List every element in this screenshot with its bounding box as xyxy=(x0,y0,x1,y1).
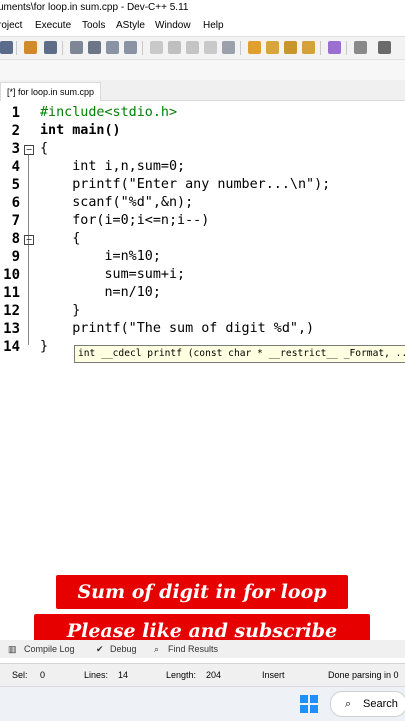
search-icon: ⌕ xyxy=(345,698,352,710)
goto-icon[interactable] xyxy=(124,41,137,54)
rebuild-icon[interactable] xyxy=(204,41,217,54)
check-icon[interactable] xyxy=(328,41,341,54)
windows-start-icon[interactable] xyxy=(300,695,318,713)
fold-minus-icon[interactable]: − xyxy=(24,145,34,155)
fold-line xyxy=(28,155,29,345)
code-line: #include<stdio.h> xyxy=(40,105,178,120)
code-line: } xyxy=(40,339,49,354)
code-line: n=n/10; xyxy=(40,285,161,300)
line-number: 9 xyxy=(11,249,20,265)
menu-bar: roject Execute Tools AStyle Window Help xyxy=(0,18,405,34)
code-line: { xyxy=(40,141,49,156)
window-title-bar: uments\for loop.in sum.cpp - Dev-C++ 5.1… xyxy=(0,0,405,16)
line-number: 7 xyxy=(11,213,20,229)
menu-project[interactable]: roject xyxy=(0,18,22,34)
line-number: 6 xyxy=(11,195,20,211)
find-icon[interactable] xyxy=(70,41,83,54)
line-number: 13 xyxy=(3,321,20,337)
redo-icon[interactable] xyxy=(44,41,57,54)
tab-debug[interactable]: Debug xyxy=(110,640,137,658)
code-line: int i,n,sum=0; xyxy=(40,159,186,174)
tile-icon[interactable] xyxy=(302,41,315,54)
line-number: 14 xyxy=(3,339,20,355)
length-label: Length: xyxy=(166,670,197,680)
line-number: 3 xyxy=(11,141,20,157)
line-number: 2 xyxy=(11,123,20,139)
insert-mode: Insert xyxy=(262,670,285,680)
code-line: printf("Enter any number...\n"); xyxy=(40,177,331,192)
line-number: 10 xyxy=(3,267,20,283)
code-line: for(i=0;i<=n;i--) xyxy=(40,213,210,228)
window-icon[interactable] xyxy=(284,41,297,54)
code-editor[interactable]: 1 2 3 4 5 6 7 8 9 10 11 12 13 14 − − #in… xyxy=(0,101,405,648)
find-next-icon[interactable] xyxy=(106,41,119,54)
line-number: 8 xyxy=(11,231,20,247)
length-value: 204 xyxy=(206,670,222,680)
menu-window[interactable]: Window xyxy=(155,18,191,34)
sel-value: 0 xyxy=(40,670,46,680)
close-icon[interactable] xyxy=(354,41,367,54)
code-line: int main() xyxy=(40,123,121,138)
menu-tools[interactable]: Tools xyxy=(82,18,105,34)
window-title: uments\for loop.in sum.cpp - Dev-C++ 5.1… xyxy=(0,2,189,13)
toolbar-separator xyxy=(62,41,63,55)
toolbar-separator xyxy=(16,41,17,55)
editor-tab-bar: [*] for loop.in sum.cpp xyxy=(0,80,405,101)
line-number: 11 xyxy=(3,285,20,301)
line-number-gutter: 1 2 3 4 5 6 7 8 9 10 11 12 13 14 − − xyxy=(0,101,36,641)
toolbar-gap xyxy=(0,60,405,80)
line-number: 4 xyxy=(11,159,20,175)
compile-log-icon: ▥ xyxy=(8,644,17,654)
debug-icon[interactable] xyxy=(222,41,235,54)
sel-label: Sel: xyxy=(12,670,28,680)
bottom-panel-tabs: ▥ Compile Log ✔ Debug ⌕ Find Results xyxy=(0,640,405,658)
new-icon[interactable] xyxy=(0,41,13,54)
lines-value: 14 xyxy=(118,670,129,680)
code-line: } xyxy=(40,303,81,318)
code-line: sum=sum+i; xyxy=(40,267,186,282)
toolbar-separator xyxy=(346,41,347,55)
find-results-icon: ⌕ xyxy=(154,644,160,654)
banner-title: Sum of digit in for loop xyxy=(56,575,348,609)
tab-compile-log[interactable]: Compile Log xyxy=(24,640,75,658)
menu-help[interactable]: Help xyxy=(203,18,224,34)
function-signature-tooltip: int __cdecl printf (const char * __restr… xyxy=(74,345,405,363)
fold-minus-icon[interactable]: − xyxy=(24,235,34,245)
toolbar-separator xyxy=(142,41,143,55)
toolbar-separator xyxy=(240,41,241,55)
lines-label: Lines: xyxy=(84,670,109,680)
menu-astyle[interactable]: AStyle xyxy=(116,18,145,34)
code-line: { xyxy=(40,231,81,246)
replace-icon[interactable] xyxy=(88,41,101,54)
grid-icon[interactable] xyxy=(248,41,261,54)
undo-icon[interactable] xyxy=(24,41,37,54)
run-icon[interactable] xyxy=(168,41,181,54)
tab-file[interactable]: [*] for loop.in sum.cpp xyxy=(0,82,102,101)
search-label: Search xyxy=(363,698,398,710)
compile-run-icon[interactable] xyxy=(186,41,199,54)
toolbar xyxy=(0,36,405,60)
line-number: 1 xyxy=(11,105,20,121)
parse-status: Done parsing in 0 xyxy=(328,670,399,680)
compile-icon[interactable] xyxy=(150,41,163,54)
code-line: i=n%10; xyxy=(40,249,161,264)
line-number: 12 xyxy=(3,303,20,319)
debug-icon: ✔ xyxy=(96,644,104,654)
os-taskbar: ⌕ Search xyxy=(0,686,405,721)
toolbar-separator xyxy=(320,41,321,55)
line-number: 5 xyxy=(11,177,20,193)
layout-icon[interactable] xyxy=(266,41,279,54)
status-bar: Sel: 0 Lines: 14 Length: 204 Insert Done… xyxy=(0,663,405,686)
code-line: printf("The sum of digit %d",) xyxy=(40,321,315,336)
code-line: scanf("%d",&n); xyxy=(40,195,194,210)
tab-find-results[interactable]: Find Results xyxy=(168,640,218,658)
taskbar-search[interactable]: ⌕ Search xyxy=(330,691,405,717)
options-icon[interactable] xyxy=(378,41,391,54)
menu-execute[interactable]: Execute xyxy=(35,18,71,34)
